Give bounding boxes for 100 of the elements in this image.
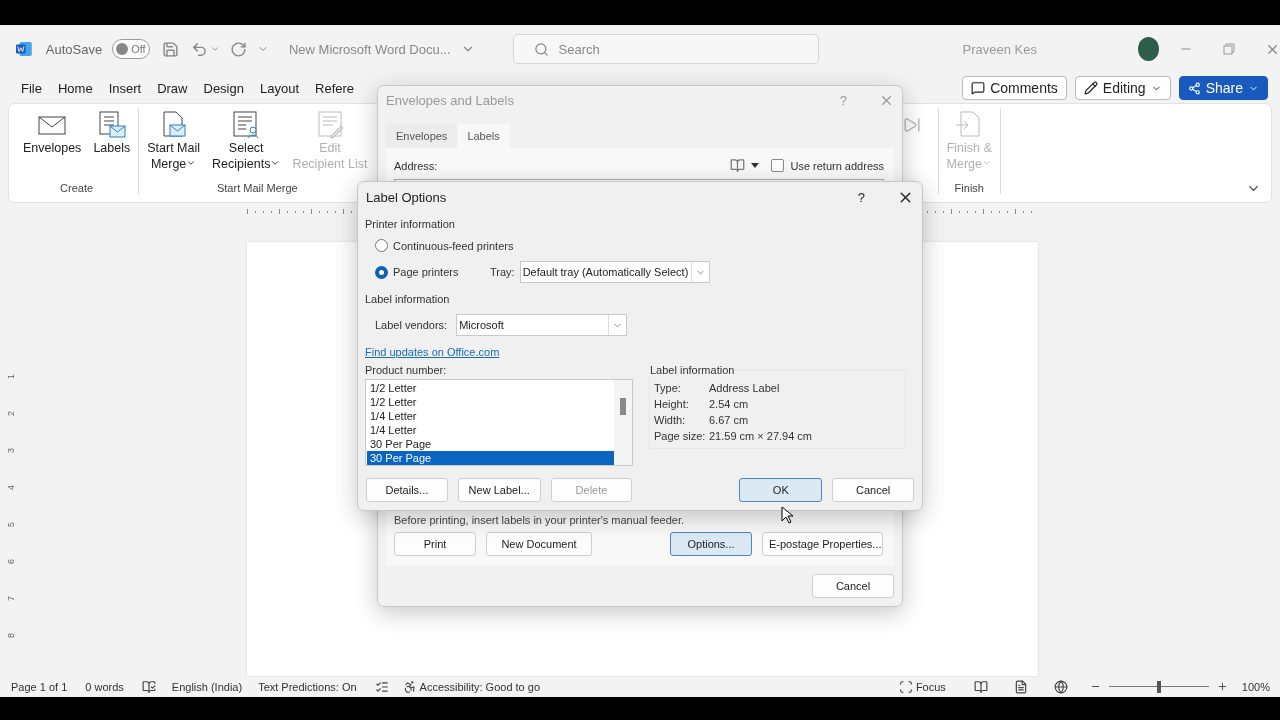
focus-button[interactable]: Focus [915, 680, 946, 693]
info-key: Height: [654, 398, 709, 410]
info-key: Type: [654, 382, 709, 394]
editing-button[interactable]: Editing [1074, 76, 1171, 100]
menu-tab[interactable]: File [21, 80, 42, 96]
list-item[interactable]: 1/4 Letter [367, 409, 614, 423]
info-value: 6.67 cm [709, 414, 750, 426]
checkbox[interactable] [771, 159, 785, 172]
product-number-label: Product number: [365, 364, 448, 376]
labels-icon [96, 110, 127, 140]
word-count: 0 words [85, 680, 124, 693]
document-title: New Microsoft Word Docu... [288, 41, 451, 57]
dialog-button[interactable]: New Label... [457, 478, 541, 502]
autosave-toggle[interactable]: Off [112, 39, 150, 59]
section-heading: Printer information [365, 218, 456, 230]
ruler-number: 2 [5, 411, 18, 416]
ruler-number: 1 [5, 374, 18, 379]
autosave-label: AutoSave [45, 41, 103, 57]
zoom-percent[interactable]: 100% [1241, 680, 1270, 693]
ribbon-command[interactable]: Start Mail Merge [143, 108, 204, 180]
dialog-button[interactable]: New Document [486, 532, 592, 556]
ruler-number: 6 [5, 559, 18, 564]
ruler-number: 7 [5, 596, 18, 601]
ok-button[interactable]: OK [739, 478, 823, 502]
help-button[interactable]: ? [857, 189, 865, 205]
note-text: Before printing, insert labels in your printer's manual feeder. [394, 514, 685, 526]
dialog-title: Label Options [366, 189, 448, 205]
dialog-tab[interactable]: Envelopes [386, 124, 458, 148]
dialog-button[interactable]: E-postage Properties... [762, 532, 883, 556]
save-icon[interactable] [161, 40, 179, 58]
search-icon [533, 41, 549, 57]
menu-tab[interactable]: Layout [259, 80, 299, 96]
caret-icon [982, 158, 992, 168]
undo-icon[interactable] [190, 40, 208, 58]
info-heading: Label information [649, 364, 736, 376]
group-label: Finish [954, 182, 984, 194]
ruler-number: 5 [5, 522, 18, 527]
vendor-select[interactable]: Microsoft [456, 314, 628, 336]
app-logo-icon [16, 41, 32, 57]
caret-icon [270, 158, 281, 168]
slider-thumb[interactable] [1156, 680, 1161, 693]
language[interactable]: English (India) [171, 680, 243, 693]
share-icon [1187, 81, 1201, 95]
address-label: Address: [394, 159, 439, 172]
proofing-icon[interactable] [141, 679, 156, 694]
group-label: Start Mail Merge [216, 182, 298, 194]
read-mode-icon[interactable] [973, 679, 988, 694]
avatar[interactable] [1137, 37, 1159, 61]
web-layout-icon[interactable] [1053, 679, 1068, 694]
text-predictions[interactable]: Text Predictions: On [258, 680, 357, 693]
radio-label: Continuous-feed printers [393, 239, 514, 252]
menu-tab[interactable]: Home [57, 80, 93, 96]
caret-icon [186, 158, 197, 168]
info-key: Width: [654, 414, 709, 426]
address-book-icon[interactable] [730, 158, 746, 173]
tray-select[interactable]: Default tray (Automatically Select) [519, 261, 710, 283]
last-record-icon[interactable] [902, 116, 921, 134]
ribbon-command[interactable]: Envelopes [19, 108, 86, 180]
cancel-button[interactable]: Cancel [812, 574, 894, 598]
user-name: Praveen Kes [962, 41, 1037, 57]
focus-icon [898, 679, 913, 694]
share-button[interactable]: Share [1178, 76, 1268, 100]
section-heading: Label information [365, 293, 451, 305]
zoom-in-icon[interactable] [1216, 681, 1228, 692]
dialog-button[interactable]: Print [394, 532, 476, 556]
dialog-button[interactable]: Details... [366, 478, 448, 502]
ribbon-command[interactable]: Select Recipients [208, 108, 285, 180]
list-item[interactable]: 30 Per Page [367, 451, 614, 465]
product-list[interactable]: 1/2 Letter 1/2 Letter 1/4 Letter 1/4 Letter 30 Per Page 30 Per Page [365, 379, 633, 466]
info-value: 2.54 cm [709, 398, 750, 410]
group-label: Create [60, 182, 94, 194]
radio-button[interactable] [375, 239, 388, 252]
ribbon-command[interactable]: Labels [89, 108, 135, 180]
print-layout-icon[interactable] [1013, 679, 1028, 694]
dropdown-arrow-icon[interactable] [751, 163, 760, 168]
menu-tab[interactable]: Draw [157, 80, 188, 96]
list-item[interactable]: 30 Per Page [367, 437, 614, 451]
list-item[interactable]: 1/2 Letter [367, 381, 614, 395]
ruler-number: 4 [5, 485, 18, 490]
accessibility-status[interactable]: Accessibility: Good to go [419, 680, 541, 693]
list-item[interactable]: 1/2 Letter [367, 395, 614, 409]
dialog-button[interactable]: Options... [670, 532, 752, 556]
info-value: 21.59 cm × 27.94 cm [709, 430, 814, 442]
pencil-icon [1083, 81, 1098, 95]
radio-label: Page printers [393, 266, 460, 278]
track-changes-icon[interactable] [374, 679, 389, 694]
menu-tab[interactable]: Refere [315, 80, 355, 96]
menu-tab[interactable]: Insert [108, 80, 142, 96]
comments-button[interactable]: Comments [962, 76, 1067, 100]
updates-link[interactable]: Find updates on Office.com [365, 346, 500, 358]
ruler-number: 3 [5, 448, 18, 453]
dialog-tab[interactable]: Labels [457, 124, 510, 148]
info-value: Address Label [709, 382, 781, 394]
scrollbar[interactable] [614, 380, 632, 465]
list-item[interactable]: 1/4 Letter [367, 423, 614, 437]
radio-button[interactable] [375, 265, 388, 279]
menu-tab[interactable]: Design [203, 80, 244, 96]
ruler-number: 8 [5, 633, 18, 638]
redo-icon[interactable] [229, 40, 247, 58]
cancel-button[interactable]: Cancel [832, 478, 914, 502]
